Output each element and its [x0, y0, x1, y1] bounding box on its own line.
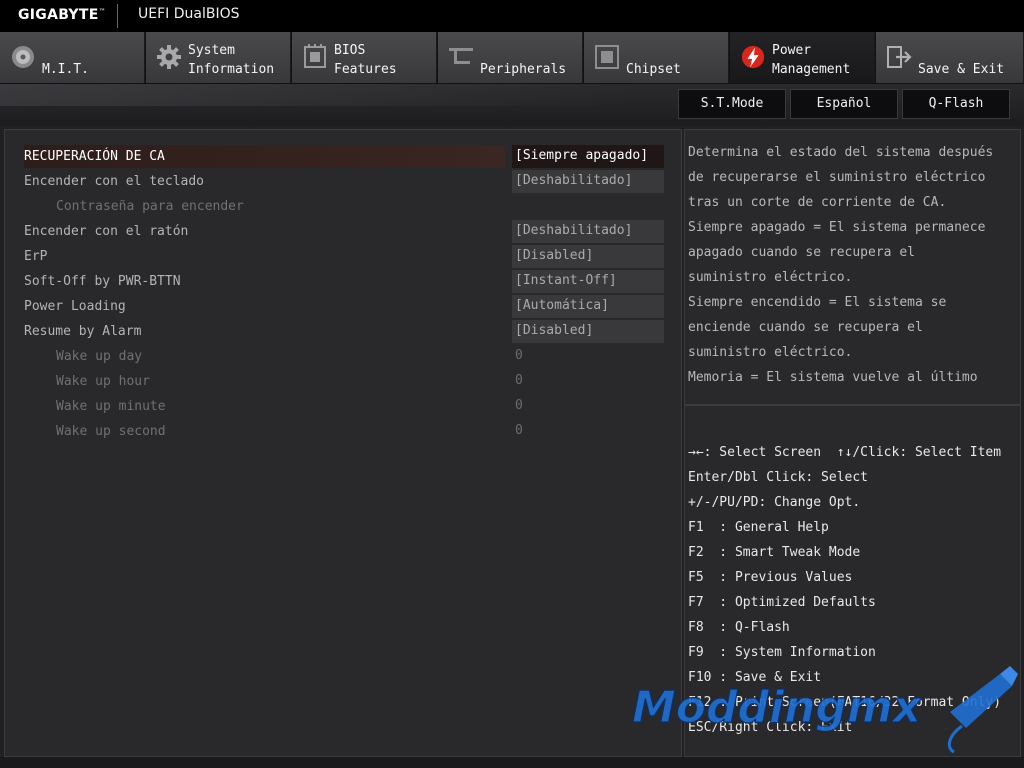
setting-label: Wake up day — [56, 349, 143, 364]
tab-bios-features[interactable]: BIOS Features — [292, 32, 437, 83]
tab-line-1: Power — [772, 43, 812, 58]
tab-bios-features-label: BIOS Features — [334, 41, 397, 79]
brand-logo: GIGABYTE™ — [18, 7, 106, 23]
key-hint: F12 : Print Screen(FAT16/32 Format Only) — [688, 695, 1002, 710]
settings-panel: RECUPERACIÓN DE CA [Siempre apagado] Enc… — [4, 129, 682, 757]
setting-label: Encender con el ratón — [24, 224, 189, 239]
setting-row-erp[interactable]: ErP [Disabled] — [5, 245, 681, 270]
setting-label: RECUPERACIÓN DE CA — [24, 149, 165, 164]
setting-row-power-on-password: Contraseña para encender — [5, 195, 681, 220]
st-mode-button[interactable]: S.T.Mode — [678, 89, 786, 119]
setting-label: Wake up hour — [56, 374, 150, 389]
help-line: de recuperarse el suministro eléctrico — [688, 170, 986, 185]
setting-row-wake-up-second: Wake up second 0 — [5, 420, 681, 445]
setting-value[interactable]: [Siempre apagado] — [512, 145, 664, 168]
help-line: suministro eléctrico. — [688, 270, 853, 285]
qflash-button[interactable]: Q-Flash — [902, 89, 1010, 119]
help-line: Siempre apagado = El sistema permanece — [688, 220, 986, 235]
setting-row-mouse-power-on[interactable]: Encender con el ratón [Deshabilitado] — [5, 220, 681, 245]
key-help-panel: →←: Select Screen ↑↓/Click: Select Item … — [684, 405, 1021, 757]
tab-mit-label: M.I.T. — [42, 62, 89, 77]
help-line: apagado cuando se recupera el — [688, 245, 915, 260]
help-panel: Determina el estado del sistema después … — [684, 129, 1021, 405]
key-hint: F2 : Smart Tweak Mode — [688, 545, 861, 560]
setting-value[interactable]: [Disabled] — [512, 245, 664, 268]
setting-row-keyboard-power-on[interactable]: Encender con el teclado [Deshabilitado] — [5, 170, 681, 195]
bottom-strip — [0, 757, 1024, 768]
tab-save-exit[interactable]: Save & Exit — [876, 32, 1024, 83]
key-hint: F1 : General Help — [688, 520, 829, 535]
setting-label: Contraseña para encender — [56, 199, 244, 214]
mode-bar: S.T.Mode Español Q-Flash — [0, 84, 1024, 126]
setting-row-wake-up-day: Wake up day 0 — [5, 345, 681, 370]
tab-bar: M.I.T. System Information BIOS Features Pe… — [0, 32, 1024, 84]
setting-value: 0 — [515, 398, 523, 413]
chipset-icon — [594, 44, 620, 70]
tab-power-management-label: Power Management — [772, 41, 850, 79]
setting-row-resume-by-alarm[interactable]: Resume by Alarm [Disabled] — [5, 320, 681, 345]
key-hint: F5 : Previous Values — [688, 570, 853, 585]
setting-value[interactable]: [Deshabilitado] — [512, 170, 664, 193]
setting-label: Wake up minute — [56, 399, 166, 414]
key-hint: +/-/PU/PD: Change Opt. — [688, 495, 861, 510]
setting-label: Power Loading — [24, 299, 126, 314]
tab-line-2: Information — [188, 62, 275, 77]
setting-row-ac-recovery[interactable]: RECUPERACIÓN DE CA [Siempre apagado] — [5, 145, 681, 170]
app-title: UEFI DualBIOS — [138, 6, 240, 22]
tab-line-1: System — [188, 43, 235, 58]
gear-icon — [156, 44, 182, 70]
tab-mit[interactable]: M.I.T. — [0, 32, 145, 83]
tab-system-information-label: System Information — [188, 41, 274, 79]
setting-row-wake-up-hour: Wake up hour 0 — [5, 370, 681, 395]
title-divider — [117, 4, 118, 28]
setting-value: 0 — [515, 423, 523, 438]
setting-value[interactable]: [Disabled] — [512, 320, 664, 343]
tab-line-2: Features — [334, 62, 397, 77]
tab-save-exit-label: Save & Exit — [918, 62, 1005, 77]
trademark: ™ — [98, 7, 106, 16]
setting-label: ErP — [24, 249, 48, 264]
brand-name: GIGABYTE — [18, 7, 99, 23]
setting-row-wake-up-minute: Wake up minute 0 — [5, 395, 681, 420]
key-hint: F8 : Q-Flash — [688, 620, 790, 635]
setting-value: 0 — [515, 348, 523, 363]
key-hint: ESC/Right Click: Exit — [688, 720, 853, 735]
setting-label: Encender con el teclado — [24, 174, 205, 189]
setting-label: Resume by Alarm — [24, 324, 142, 339]
setting-value: 0 — [515, 373, 523, 388]
setting-value[interactable]: [Automática] — [512, 295, 664, 318]
key-hint: F10 : Save & Exit — [688, 670, 822, 685]
chip-icon — [302, 44, 328, 70]
tab-line-1: BIOS — [334, 43, 366, 58]
tab-peripherals[interactable]: Peripherals — [438, 32, 583, 83]
key-hint: F9 : System Information — [688, 645, 876, 660]
setting-row-soft-off[interactable]: Soft-Off by PWR-BTTN [Instant-Off] — [5, 270, 681, 295]
help-line: suministro eléctrico. — [688, 345, 853, 360]
tab-system-information[interactable]: System Information — [146, 32, 291, 83]
tab-peripherals-label: Peripherals — [480, 62, 567, 77]
setting-value[interactable]: [Instant-Off] — [512, 270, 664, 293]
help-line: tras un corte de corriente de CA. — [688, 195, 947, 210]
tab-chipset-label: Chipset — [626, 62, 681, 77]
setting-label: Soft-Off by PWR-BTTN — [24, 274, 181, 289]
setting-row-power-loading[interactable]: Power Loading [Automática] — [5, 295, 681, 320]
setting-label: Wake up second — [56, 424, 166, 439]
title-bar: GIGABYTE™ UEFI DualBIOS — [0, 0, 1024, 32]
tab-chipset[interactable]: Chipset — [584, 32, 729, 83]
peripherals-icon — [448, 44, 474, 70]
tab-line-2: Management — [772, 62, 851, 77]
exit-icon — [886, 44, 912, 70]
help-line: enciende cuando se recupera el — [688, 320, 923, 335]
help-line: Siempre encendido = El sistema se — [688, 295, 947, 310]
setting-value[interactable]: [Deshabilitado] — [512, 220, 664, 243]
tab-power-management[interactable]: Power Management — [730, 32, 875, 83]
key-hint: Enter/Dbl Click: Select — [688, 470, 869, 485]
language-button[interactable]: Español — [790, 89, 898, 119]
help-line: Memoria = El sistema vuelve al último — [688, 370, 978, 385]
power-icon — [740, 44, 766, 70]
key-hint: F7 : Optimized Defaults — [688, 595, 876, 610]
key-hint: →←: Select Screen ↑↓/Click: Select Item — [688, 445, 1002, 460]
disc-icon — [10, 44, 36, 70]
help-line: Determina el estado del sistema después — [688, 145, 994, 160]
